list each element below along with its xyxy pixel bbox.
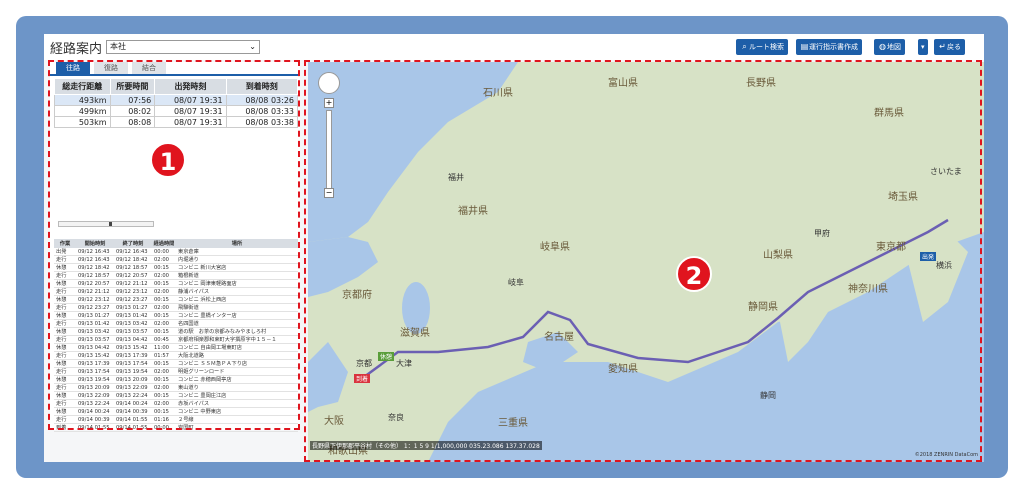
callout-marker-1: 1 (150, 142, 186, 178)
instruction-label: 運行指示書作成 (809, 43, 858, 51)
map-label: 地図 (887, 43, 901, 51)
menu-dropdown-button[interactable]: ▾ (918, 39, 928, 55)
instruction-button[interactable]: ▤運行指示書作成 (796, 39, 862, 55)
route-search-button[interactable]: ⌕ ルート検索 (736, 39, 788, 55)
callout-marker-2: 2 (676, 256, 712, 292)
office-select[interactable]: 本社 ⌄ (106, 40, 260, 54)
back-button[interactable]: ↵戻る (934, 39, 965, 55)
route-search-label: ルート検索 (749, 43, 784, 51)
callout-left-outline (48, 60, 300, 430)
callout-map-outline (304, 60, 982, 462)
back-label: 戻る (947, 43, 961, 51)
search-icon: ⌕ (742, 42, 747, 51)
page-title: 経路案内 (50, 42, 103, 57)
back-arrow-icon: ↵ (939, 42, 946, 51)
header: 経路案内 本社 ⌄ ⌕ ルート検索 ▤運行指示書作成 ◍地図 ▾ ↵戻る (44, 34, 984, 60)
office-value: 本社 (110, 42, 126, 51)
document-icon: ▤ (800, 42, 809, 51)
map-button[interactable]: ◍地図 (874, 39, 905, 55)
chevron-down-icon: ⌄ (249, 42, 256, 51)
caret-down-icon: ▾ (921, 43, 925, 51)
globe-icon: ◍ (879, 42, 886, 51)
